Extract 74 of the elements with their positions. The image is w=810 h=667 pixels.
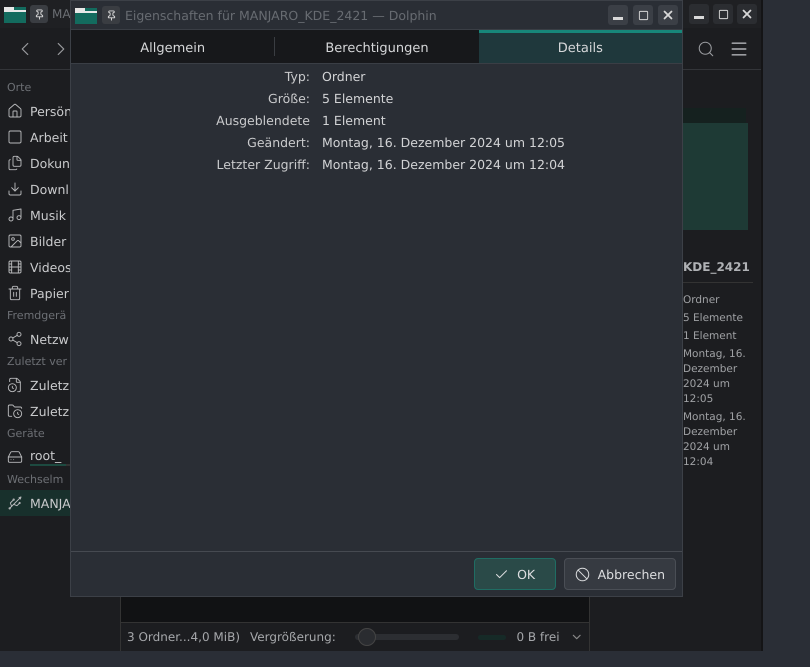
music-icon — [7, 207, 23, 223]
field-label: Geändert: — [246, 134, 310, 152]
info-value: Montag, 16. Dezember 2024 um 12:04 — [683, 410, 747, 470]
section-header: Wechselm — [6, 472, 64, 488]
search-button[interactable] — [697, 40, 715, 58]
section-header: Orte — [6, 80, 32, 96]
minimize-icon — [694, 16, 704, 18]
maximize-icon — [638, 10, 648, 20]
dialog-title: Eigenschaften für MANJARO_KDE_2421 — Dolphin — [125, 8, 437, 22]
field-value: Montag, 16. Dezember 2024 um 12:05 — [322, 134, 566, 152]
pin-button[interactable] — [102, 6, 120, 24]
window-title: MA — [52, 7, 71, 21]
pin-icon — [106, 10, 116, 20]
section-header: Fremdgerä — [6, 308, 68, 324]
network-icon — [7, 331, 23, 347]
file-clock-icon — [7, 377, 23, 393]
section-header: Geräte — [6, 426, 46, 442]
status-summary: 3 Ordner...4,0 MiB) — [127, 630, 240, 644]
field-value: Ordner — [322, 68, 366, 86]
sidebar-item[interactable]: Papier — [0, 280, 120, 306]
minimize-button[interactable] — [689, 4, 709, 24]
minimize-icon — [613, 16, 623, 20]
sidebar-item[interactable]: Downl — [0, 176, 120, 202]
info-value: 5 Elemente — [683, 311, 744, 326]
tab[interactable]: Allgemein — [71, 30, 274, 63]
sidebar-item[interactable]: Netzw — [0, 326, 120, 352]
field-value: 5 Elemente — [322, 90, 394, 108]
close-icon — [740, 7, 754, 21]
desktop-icon — [7, 129, 23, 145]
sidebar-item[interactable]: Dokun — [0, 150, 120, 176]
tab[interactable]: Details — [478, 30, 682, 63]
sidebar-item[interactable]: Videos — [0, 254, 120, 280]
sidebar-item[interactable]: Arbeit — [0, 124, 120, 150]
sidebar-item[interactable]: Zuletz — [0, 372, 120, 398]
folder-clock-icon — [7, 403, 23, 419]
ok-button[interactable]: OK — [474, 558, 556, 590]
folder-icon — [75, 6, 97, 24]
trash-icon — [7, 285, 23, 301]
tab[interactable]: Berechtigungen — [275, 30, 479, 63]
pin-button[interactable] — [30, 5, 48, 23]
pin-icon — [34, 8, 44, 20]
info-value: Montag, 16. Dezember 2024 um 12:05 — [683, 347, 747, 407]
maximize-icon — [718, 8, 728, 20]
field-value: 1 Element — [322, 112, 387, 130]
info-value: 1 Element — [683, 329, 738, 344]
home-icon — [7, 103, 23, 119]
field-label: Letzter Zugriff: — [216, 156, 310, 174]
cancel-icon — [574, 566, 590, 582]
folder-icon — [4, 5, 26, 23]
field-value: Montag, 16. Dezember 2024 um 12:04 — [322, 156, 566, 174]
cancel-button[interactable]: Abbrechen — [564, 558, 676, 590]
close-button[interactable] — [737, 4, 757, 24]
minimize-button[interactable] — [608, 5, 628, 25]
field-label: Typ: — [284, 68, 310, 86]
free-space: 0 B frei — [516, 630, 560, 644]
documents-icon — [7, 155, 23, 171]
drive-icon — [7, 449, 23, 465]
field-label: Ausgeblendete — [215, 112, 310, 130]
close-icon — [661, 8, 675, 22]
section-header: Zuletzt ver — [6, 354, 68, 370]
close-button[interactable] — [658, 5, 678, 25]
sidebar-item[interactable]: Bilder — [0, 228, 120, 254]
maximize-button[interactable] — [633, 5, 653, 25]
info-value: Ordner — [683, 293, 720, 308]
maximize-button[interactable] — [713, 4, 733, 24]
field-label: Größe: — [267, 90, 310, 108]
image-icon — [7, 233, 23, 249]
sidebar-item[interactable]: Zuletz — [0, 398, 120, 424]
sidebar-item[interactable]: Musik — [0, 202, 120, 228]
download-icon — [7, 181, 23, 197]
search-icon — [697, 40, 715, 58]
usb-stick-icon — [7, 495, 23, 511]
zoom-label: Vergrößerung: — [250, 630, 336, 644]
film-icon — [7, 259, 23, 275]
